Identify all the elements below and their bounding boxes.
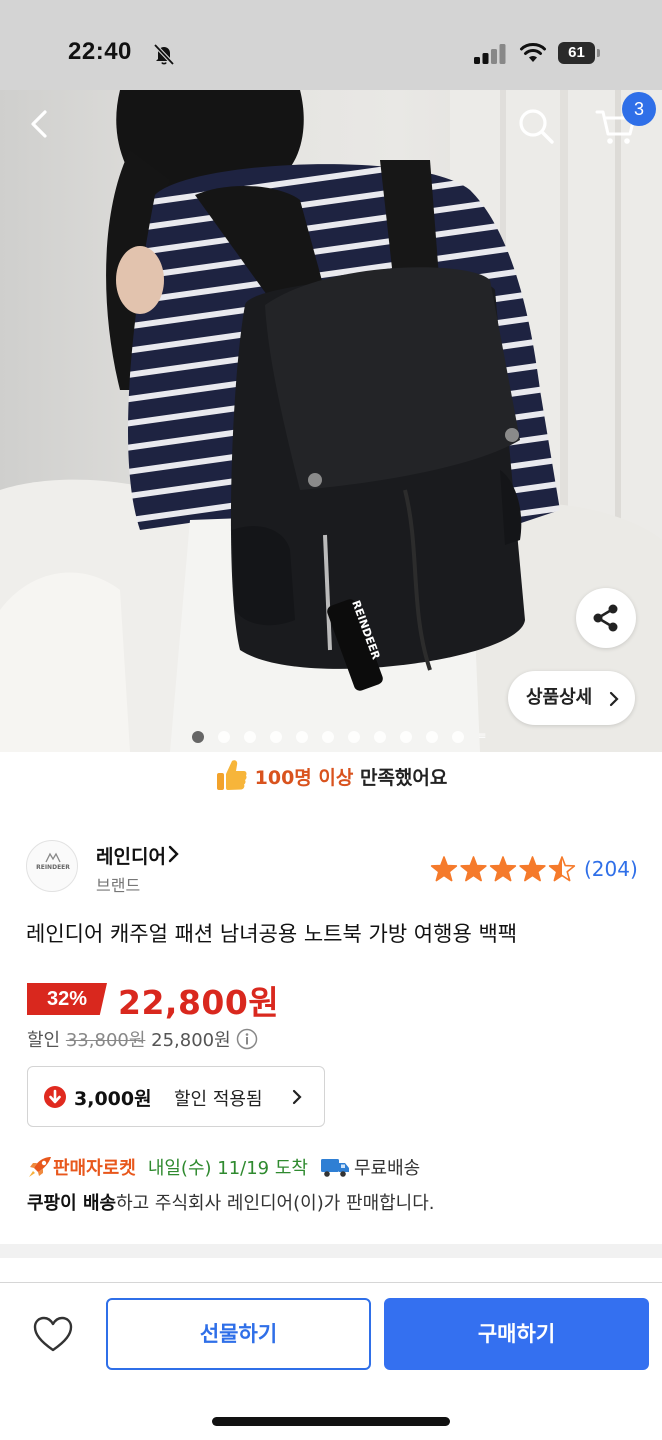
brand-name: 레인디어 (96, 846, 166, 868)
share-button[interactable] (576, 588, 636, 648)
thumbs-up-icon (216, 759, 247, 790)
product-detail-label: 상품상세 (526, 687, 593, 708)
brand-logo-text: REINDEER (36, 864, 70, 871)
star-icon (430, 856, 458, 882)
coupon-amount: 3,000원 (74, 1088, 152, 1110)
seller-info: 쿠팡이 배송하고 주식회사 레인디어(이)가 판매합니다. (27, 1189, 435, 1215)
signal-icon (474, 44, 506, 64)
search-icon[interactable] (516, 106, 556, 146)
product-detail-button[interactable]: 상품상세 (508, 671, 635, 725)
brand-link[interactable]: 레인디어 (96, 842, 180, 869)
price-breakdown: 할인 33,800원 25,800원 (27, 1026, 258, 1052)
star-icon (460, 856, 487, 882)
star-icon (489, 856, 517, 882)
product-title: 레인디어 캐주얼 패션 남녀공용 노트북 가방 여행용 백팩 (26, 922, 518, 946)
gift-button[interactable]: 선물하기 (106, 1298, 371, 1370)
reindeer-logo-icon (45, 852, 61, 863)
star-icon (519, 856, 546, 882)
pagination-dot[interactable] (348, 731, 360, 743)
buy-button[interactable]: 구매하기 (384, 1298, 649, 1370)
heart-icon[interactable] (30, 1312, 76, 1356)
brand-label: 브랜드 (96, 876, 141, 895)
price-before-coupon: 25,800원 (151, 1030, 231, 1051)
battery-indicator: 61 (558, 42, 600, 64)
pagination-dot[interactable] (244, 731, 256, 743)
pagination-dot[interactable] (400, 731, 412, 743)
back-icon[interactable] (22, 106, 58, 142)
coupon-applied-button[interactable]: 3,000원 할인 적용됨 (27, 1066, 325, 1127)
cart-count-badge: 3 (622, 92, 656, 126)
sale-price: 22,800원 (118, 983, 280, 1022)
discount-arrow-icon (44, 1086, 66, 1108)
pagination-dot[interactable] (192, 731, 204, 743)
bell-slash-icon (153, 43, 175, 66)
pagination-dot[interactable] (452, 731, 464, 743)
wifi-icon (520, 43, 546, 62)
delivery-info: 판매자로켓 내일(수) 11/19 도착 무료배송 (27, 1154, 420, 1181)
seller-text: 하고 주식회사 레인디어(이)가 판매합니다. (116, 1193, 435, 1214)
rocket-icon (29, 1157, 51, 1177)
free-shipping-label: 무료배송 (353, 1158, 421, 1179)
rating-stars[interactable] (430, 856, 578, 884)
chevron-right-icon (609, 691, 619, 707)
pagination-dot[interactable] (374, 731, 386, 743)
satisfaction-banner: 100명 이상 만족했어요 (0, 752, 662, 804)
delivery-provider: 쿠팡이 배송 (27, 1193, 117, 1214)
status-bar: 22:40 61 (0, 0, 662, 90)
status-time: 22:40 (68, 38, 132, 65)
discount-label: 할인 (27, 1030, 61, 1051)
home-indicator (212, 1417, 450, 1426)
image-pagination: ≡ (192, 731, 490, 743)
arrival-date: 내일(수) 11/19 도착 (147, 1158, 308, 1179)
pagination-dot[interactable] (426, 731, 438, 743)
discount-badge: 32% (27, 983, 107, 1015)
share-icon (593, 604, 618, 632)
pagination-dot[interactable] (218, 731, 230, 743)
satisfaction-highlight: 100명 이상 (254, 767, 354, 789)
review-count[interactable]: (204) (584, 857, 638, 881)
battery-level: 61 (568, 44, 585, 61)
coupon-label: 할인 적용됨 (174, 1089, 263, 1110)
seller-rocket-label: 판매자로켓 (53, 1158, 136, 1179)
truck-icon (320, 1159, 349, 1177)
chevron-right-icon (292, 1089, 302, 1105)
product-photo: REINDEER (0, 90, 662, 752)
product-image[interactable]: REINDEER 3 상품상세 ≡ (0, 90, 662, 752)
info-icon[interactable] (236, 1028, 258, 1050)
pagination-more-icon: ≡ (478, 731, 487, 742)
pagination-dot[interactable] (270, 731, 282, 743)
pagination-dot[interactable] (296, 731, 308, 743)
section-divider (0, 1244, 662, 1258)
original-price: 33,800원 (65, 1030, 146, 1051)
chevron-right-icon (168, 845, 179, 863)
brand-logo[interactable]: REINDEER (26, 840, 78, 892)
pagination-dot[interactable] (322, 731, 334, 743)
satisfaction-text: 만족했어요 (353, 767, 448, 789)
